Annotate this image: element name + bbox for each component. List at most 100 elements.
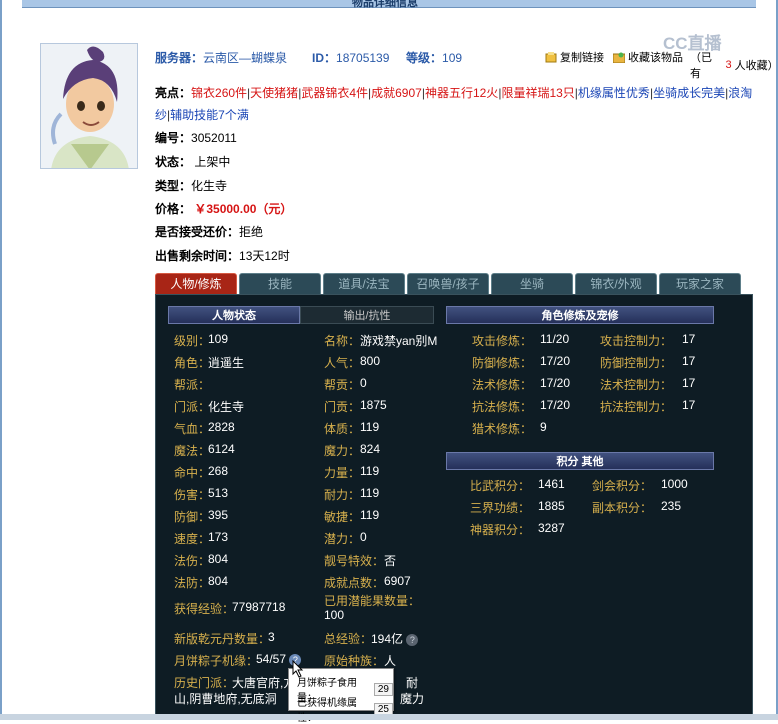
cultivation-label: 防御控制力：: [600, 356, 673, 370]
bargain-value: 拒绝: [239, 225, 264, 239]
stat-label: 帮派：: [174, 378, 211, 392]
stat-label: 敏捷：: [324, 510, 361, 524]
history-label: 历史门派：: [174, 676, 235, 690]
cultivation-label: 攻击修炼：: [472, 334, 533, 348]
cultivation-label: 抗法控制力：: [600, 400, 673, 414]
stat-value: 109: [208, 332, 229, 346]
score-label: 比武积分：: [470, 479, 531, 493]
price-label: 价格：: [155, 202, 192, 216]
stat-label: 魔力：: [324, 444, 361, 458]
race-value: 人: [384, 654, 397, 668]
status-label: 状态：: [155, 155, 192, 169]
stat-value: 2828: [208, 420, 235, 434]
stat-label: 魔法：: [174, 444, 211, 458]
cultivation-label: 防御修炼：: [472, 356, 533, 370]
cultivation-value: 17: [682, 332, 696, 346]
cultivation-label: 猎术修炼：: [472, 422, 533, 436]
score-label: 剑会积分：: [592, 479, 653, 493]
help-icon[interactable]: ?: [406, 633, 419, 646]
highlights: 亮点：锦衣260件|天使猪猪|武器锦衣4件|成就6907|神器五行12火|限量祥…: [155, 82, 757, 126]
copy-link-button[interactable]: 复制链接: [545, 49, 604, 65]
total-exp-value-wrap: 194亿 ?: [371, 630, 419, 647]
stat-label: 命中：: [174, 466, 211, 480]
bargain-row: 是否接受还价：拒绝: [155, 223, 263, 240]
stat-value: 804: [208, 552, 229, 566]
type-row: 类型：化生寺: [155, 177, 227, 194]
stat-value: 268: [208, 464, 229, 478]
collect-count-number: 3: [725, 59, 732, 71]
cultivation-value: 17: [682, 398, 696, 412]
stat-label: 法伤：: [174, 554, 211, 568]
copy-link-label: 复制链接: [560, 52, 604, 64]
tab-mounts[interactable]: 坐骑: [491, 273, 573, 295]
folder-star-icon: [612, 52, 626, 63]
tab-bar: 人物/修炼 技能 道具/法宝 召唤兽/孩子 坐骑 锦衣/外观 玩家之家: [155, 273, 753, 295]
exp-value: 77987718: [232, 600, 286, 614]
tab-character[interactable]: 人物/修炼: [155, 273, 237, 295]
tab-items[interactable]: 道具/法宝: [323, 273, 405, 295]
stat-value: 395: [208, 508, 229, 522]
mouse-cursor-icon: [292, 660, 304, 678]
highlights-label: 亮点：: [155, 86, 192, 100]
level-info: 等级：109: [406, 49, 462, 66]
stat-label: 名称：: [324, 334, 361, 348]
tab-skills[interactable]: 技能: [239, 273, 321, 295]
tab-outfits[interactable]: 锦衣/外观: [575, 273, 657, 295]
id-info: ID：18705139: [312, 49, 389, 66]
tab-summons[interactable]: 召唤兽/孩子: [407, 273, 489, 295]
stat-label: 防御：: [174, 510, 211, 524]
tab-home[interactable]: 玩家之家: [659, 273, 741, 295]
stat-value: 否: [384, 554, 397, 568]
stat-value: 游戏禁yan别M: [360, 334, 438, 348]
copy-icon: [545, 51, 557, 63]
stat-label: 力量：: [324, 466, 361, 480]
id-label: ID：: [312, 51, 337, 65]
title-bar: 物品详细信息: [22, 0, 756, 9]
subtab-output[interactable]: 输出/抗性: [300, 306, 434, 324]
stat-label: 成就点数：: [324, 576, 385, 590]
number-label: 编号：: [155, 131, 192, 145]
highlight-item: 锦衣260件: [191, 86, 248, 100]
zongzi-label: 月饼粽子机缘：: [174, 654, 259, 668]
cultivation-label: 攻击控制力：: [600, 334, 673, 348]
price-value: ￥35000.00（元）: [194, 202, 293, 216]
stat-value: 逍遥生: [208, 356, 245, 370]
history-value: 大唐官府,方: [232, 676, 296, 690]
type-value: 化生寺: [191, 179, 228, 193]
score-value: 1461: [538, 477, 565, 491]
stat-label: 靓号特效：: [324, 554, 385, 568]
cultivation-value: 17: [682, 376, 696, 390]
highlight-item: 限量祥瑞13只: [501, 86, 575, 100]
cultivation-header: 角色修炼及宠修: [446, 306, 714, 324]
highlight-item: 成就6907: [371, 86, 422, 100]
number-row: 编号：3052011: [155, 129, 237, 146]
stat-value: 824: [360, 442, 381, 456]
avatar: [40, 43, 138, 169]
stat-label: 角色：: [174, 356, 211, 370]
stat-value: 0: [360, 530, 367, 544]
page-title: 物品详细信息: [352, 0, 418, 9]
stat-label: 气血：: [174, 422, 211, 436]
stat-value: 119: [360, 464, 380, 478]
cultivation-label: 法术控制力：: [600, 378, 673, 392]
stat-label: 门派：: [174, 400, 211, 414]
subtab-status[interactable]: 人物状态: [168, 306, 300, 324]
type-label: 类型：: [155, 179, 192, 193]
zongzi-value: 54/57: [256, 652, 287, 666]
used-pot-value: 100: [324, 608, 345, 622]
score-value: 235: [661, 499, 682, 513]
stat-label: 潜力：: [324, 532, 361, 546]
remaining-value: 13天12时: [239, 249, 290, 263]
remaining-label: 出售剩余时间：: [155, 249, 240, 263]
stat-label: 级别：: [174, 334, 211, 348]
history-value-2: 山,阴曹地府,无底洞: [174, 692, 277, 706]
stat-label: 帮贡：: [324, 378, 361, 392]
cultivation-label: 法术修炼：: [472, 378, 533, 392]
cultivation-label: 抗法修炼：: [472, 400, 533, 414]
status-value: 上架中: [194, 155, 231, 169]
bottom-bar: [0, 714, 778, 720]
server-label: 服务器：: [155, 51, 204, 65]
used-pot-label: 已用潜能果数量：: [324, 594, 421, 608]
cultivation-value: 17: [682, 354, 696, 368]
cultivation-value: 11/20: [540, 332, 570, 346]
